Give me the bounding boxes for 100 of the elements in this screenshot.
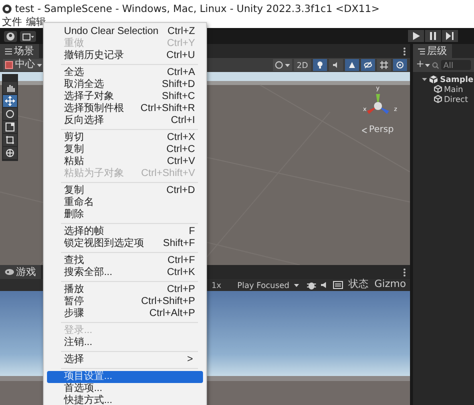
search-field[interactable]: All — [441, 60, 471, 70]
effects-toggle[interactable] — [345, 59, 359, 71]
gizmo-toggle[interactable] — [393, 59, 407, 71]
shortcut-label: Ctrl+Z — [166, 26, 195, 38]
shortcut-label: Ctrl+Shift+P — [140, 296, 195, 308]
game-tab[interactable]: 游戏 — [0, 265, 41, 279]
grid-icon — [380, 61, 388, 69]
caret-icon — [284, 64, 290, 66]
shortcut-label: Ctrl+Y — [166, 38, 195, 50]
gizmos-button[interactable]: Gizmo — [373, 279, 407, 291]
tool-button[interactable] — [3, 147, 17, 159]
expand-arrow-icon[interactable] — [422, 76, 427, 82]
submenu-arrow: > — [186, 354, 194, 366]
menu-item[interactable]: 播放 Ctrl+P — [47, 284, 203, 296]
dropdown-label: 中心 — [15, 59, 35, 71]
menu-item[interactable]: 全选 Ctrl+A — [47, 67, 203, 79]
more-options-icon[interactable] — [403, 46, 406, 56]
pause-button[interactable] — [425, 30, 441, 42]
scene-tab[interactable]: 场景 — [0, 44, 39, 58]
list-icon — [418, 48, 425, 54]
menu-item[interactable]: 项目设置... — [47, 371, 203, 383]
hierarchy-tab[interactable]: 层级 — [413, 44, 452, 58]
menu-item[interactable]: 复制 Ctrl+C — [47, 144, 203, 156]
shortcut-label: Ctrl+I — [170, 115, 195, 127]
menu-item[interactable]: 注销... — [47, 337, 203, 349]
menu-item[interactable]: 撤销历史记录 Ctrl+U — [47, 50, 203, 62]
audio-toggle[interactable] — [329, 59, 343, 71]
search-icon — [432, 62, 440, 68]
menu-item[interactable]: 删除 — [47, 209, 203, 221]
menu-item[interactable]: 选择子对象 Shift+C — [47, 91, 203, 103]
cube-icon — [434, 85, 442, 93]
scale-value: 1x — [211, 280, 222, 290]
menu-item[interactable]: 首选项... — [47, 383, 203, 395]
cloud-button[interactable] — [20, 30, 36, 42]
shortcut-label: Ctrl+K — [166, 267, 195, 279]
shortcut-label: Ctrl+C — [165, 144, 195, 156]
shortcut-label: Ctrl+P — [166, 284, 195, 296]
play-icon — [412, 32, 420, 40]
grid-toggle[interactable] — [377, 59, 391, 71]
menu-item[interactable]: 搜索全部... Ctrl+K — [47, 267, 203, 279]
tool-button[interactable] — [3, 82, 17, 94]
pause-icon — [429, 32, 437, 40]
tool-button[interactable] — [3, 121, 17, 133]
sphere-icon — [274, 61, 283, 69]
shortcut-label: Ctrl+Shift+R — [140, 103, 195, 115]
window-title: test - SampleScene - Windows, Mac, Linux - Unity 2022.3.3f1c1 <DX11> — [15, 4, 380, 14]
menu-item[interactable]: 快捷方式... — [47, 395, 203, 405]
rotate-icon — [5, 109, 15, 119]
submenu-item[interactable]: 选择 > — [47, 354, 203, 366]
pivot-dropdown[interactable]: 中心 — [3, 59, 44, 71]
2d-toggle[interactable]: 2D — [294, 59, 311, 71]
eye-icon — [364, 61, 372, 69]
menu-item[interactable]: 暂停 Ctrl+Shift+P — [47, 296, 203, 308]
menu-item[interactable]: 查找 Ctrl+F — [47, 255, 203, 267]
add-button[interactable]: + — [416, 59, 430, 71]
tab-label: 层级 — [427, 45, 447, 58]
light-toggle[interactable] — [313, 59, 327, 71]
tool-button[interactable] — [3, 134, 17, 146]
pivot-icon — [5, 61, 13, 69]
visibility-toggle[interactable] — [361, 59, 375, 71]
shortcut-label: Shift+C — [160, 91, 195, 103]
shading-dropdown[interactable] — [272, 59, 292, 71]
shortcut-label: Ctrl+Shift+V — [140, 168, 195, 180]
bug-icon[interactable] — [307, 280, 316, 290]
shortcut-label: Ctrl+F — [166, 255, 195, 267]
tab-label: 场景 — [14, 44, 34, 58]
tool-button[interactable] — [3, 95, 17, 107]
stats-button[interactable]: 状态 — [347, 279, 370, 291]
menu-item[interactable]: 粘贴 Ctrl+V — [47, 156, 203, 168]
more-options-icon[interactable] — [403, 268, 406, 276]
menu-bar-item[interactable]: 文件 — [2, 18, 22, 28]
menu-item[interactable]: 取消全选 Shift+D — [47, 79, 203, 91]
play-button[interactable] — [408, 30, 424, 42]
play-mode-dropdown[interactable]: Play Focused — [233, 280, 304, 290]
menu-item[interactable]: 剪切 Ctrl+X — [47, 132, 203, 144]
tree-item[interactable]: Main — [413, 84, 474, 94]
shortcut-label: Shift+F — [162, 238, 195, 250]
tree-item[interactable]: Direct — [413, 94, 474, 104]
tree-item[interactable]: Sample — [413, 74, 474, 84]
transform-icon — [5, 148, 15, 158]
tool-button[interactable] — [3, 108, 17, 120]
shortcut-label: Ctrl+V — [166, 156, 195, 168]
menu-item[interactable]: 复制 Ctrl+D — [47, 185, 203, 197]
move-icon — [5, 96, 15, 106]
menu-item[interactable]: 步骤 Ctrl+Alt+P — [47, 308, 203, 320]
menu-item[interactable]: 反向选择 Ctrl+I — [47, 115, 203, 127]
menu-item[interactable]: 重命名 — [47, 197, 203, 209]
step-button[interactable] — [442, 30, 458, 42]
menu-item[interactable]: 选择的帧 F — [47, 226, 203, 238]
shortcut-label: Ctrl+X — [166, 132, 195, 144]
menu-item[interactable]: 锁定视图到选定项 Shift+F — [47, 238, 203, 250]
caret-icon — [425, 64, 430, 66]
keyboard-icon[interactable] — [333, 281, 344, 289]
account-icon — [6, 32, 15, 40]
triangle-icon — [348, 61, 356, 69]
menu-item[interactable]: 选择预制件根 Ctrl+Shift+R — [47, 103, 203, 115]
shortcut-label: Ctrl+A — [166, 67, 195, 79]
account-button[interactable] — [4, 30, 17, 42]
view-label[interactable]: Persp — [362, 125, 394, 135]
speaker-icon — [332, 61, 340, 69]
